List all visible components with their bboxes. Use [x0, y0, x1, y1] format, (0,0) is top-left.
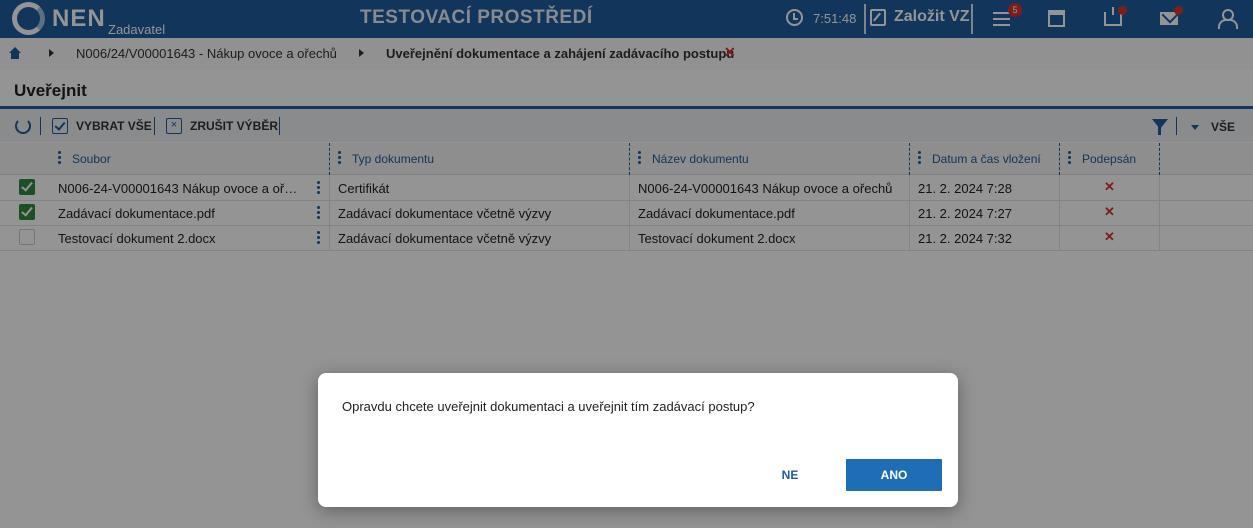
dialog-message: Opravdu chcete uveřejnit dokumentaci a u…	[342, 399, 755, 414]
no-button[interactable]: NE	[762, 459, 818, 491]
confirm-dialog: Opravdu chcete uveřejnit dokumentaci a u…	[318, 373, 958, 507]
yes-button[interactable]: ANO	[846, 459, 942, 491]
